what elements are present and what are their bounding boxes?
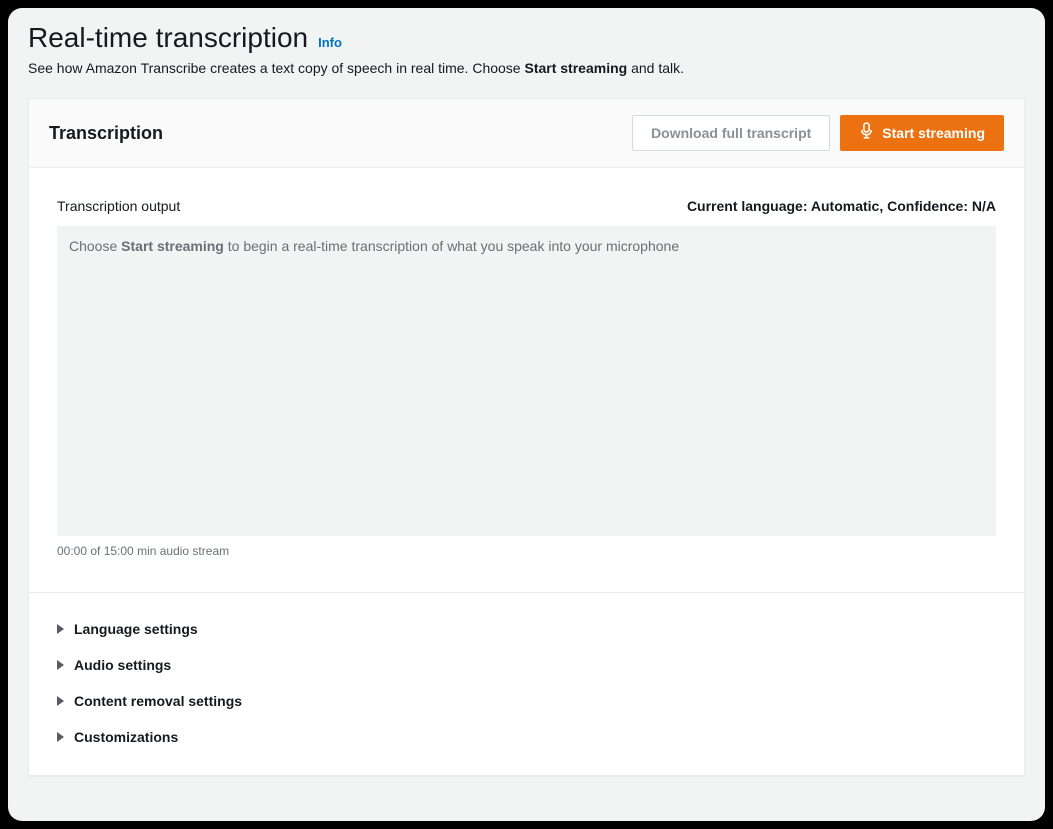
- description-bold: Start streaming: [524, 60, 627, 76]
- transcription-panel: Transcription Download full transcript S…: [28, 98, 1025, 776]
- audio-timer: 00:00 of 15:00 min audio stream: [57, 544, 996, 558]
- customizations-label: Customizations: [74, 729, 178, 745]
- caret-right-icon: [57, 624, 64, 634]
- start-streaming-button[interactable]: Start streaming: [840, 115, 1004, 151]
- output-label: Transcription output: [57, 198, 180, 214]
- page-title: Real-time transcription: [28, 22, 308, 54]
- start-streaming-label: Start streaming: [882, 123, 985, 143]
- language-settings-label: Language settings: [74, 621, 198, 637]
- placeholder-post: to begin a real-time transcription of wh…: [224, 238, 679, 254]
- caret-right-icon: [57, 696, 64, 706]
- customizations-toggle[interactable]: Customizations: [57, 719, 996, 755]
- download-transcript-button[interactable]: Download full transcript: [632, 115, 830, 151]
- settings-section: Language settings Audio settings Content…: [29, 592, 1024, 775]
- description-post: and talk.: [627, 60, 684, 76]
- page-container: Real-time transcription Info See how Ama…: [8, 8, 1045, 821]
- audio-settings-toggle[interactable]: Audio settings: [57, 647, 996, 683]
- output-header: Transcription output Current language: A…: [57, 198, 996, 214]
- placeholder-pre: Choose: [69, 238, 121, 254]
- panel-title: Transcription: [49, 123, 163, 144]
- content-removal-settings-toggle[interactable]: Content removal settings: [57, 683, 996, 719]
- description-pre: See how Amazon Transcribe creates a text…: [28, 60, 524, 76]
- panel-body: Transcription output Current language: A…: [29, 168, 1024, 592]
- caret-right-icon: [57, 732, 64, 742]
- caret-right-icon: [57, 660, 64, 670]
- content-removal-settings-label: Content removal settings: [74, 693, 242, 709]
- language-status: Current language: Automatic, Confidence:…: [687, 198, 996, 214]
- page-description: See how Amazon Transcribe creates a text…: [28, 60, 1025, 76]
- transcription-output-area: Choose Start streaming to begin a real-t…: [57, 226, 996, 536]
- language-settings-toggle[interactable]: Language settings: [57, 611, 996, 647]
- panel-buttons: Download full transcript Start streaming: [632, 115, 1004, 151]
- panel-header: Transcription Download full transcript S…: [29, 99, 1024, 168]
- placeholder-bold: Start streaming: [121, 238, 224, 254]
- page-header: Real-time transcription Info: [28, 22, 1025, 54]
- info-link[interactable]: Info: [318, 35, 342, 50]
- audio-settings-label: Audio settings: [74, 657, 171, 673]
- mic-icon: [859, 122, 874, 144]
